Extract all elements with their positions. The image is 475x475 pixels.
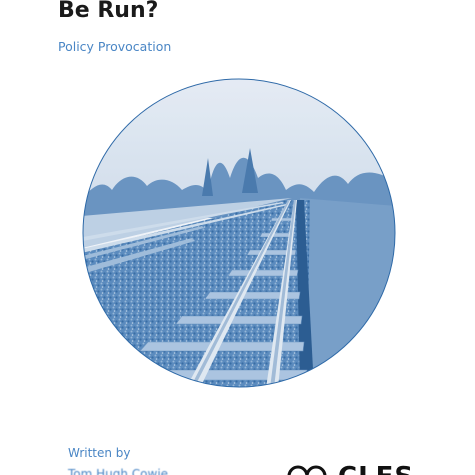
document-type-label: Policy Provocation (58, 39, 172, 54)
document-title: Be Run? (58, 0, 159, 23)
cles-logo-text: CLES (338, 462, 414, 475)
cles-logo-mark-icon (287, 465, 327, 475)
author-names: Tom Hugh Cowie (68, 467, 169, 475)
cover-photo-railway-tracks (82, 78, 396, 388)
cles-logo: CLES (286, 462, 416, 475)
written-by-label: Written by (68, 446, 131, 460)
